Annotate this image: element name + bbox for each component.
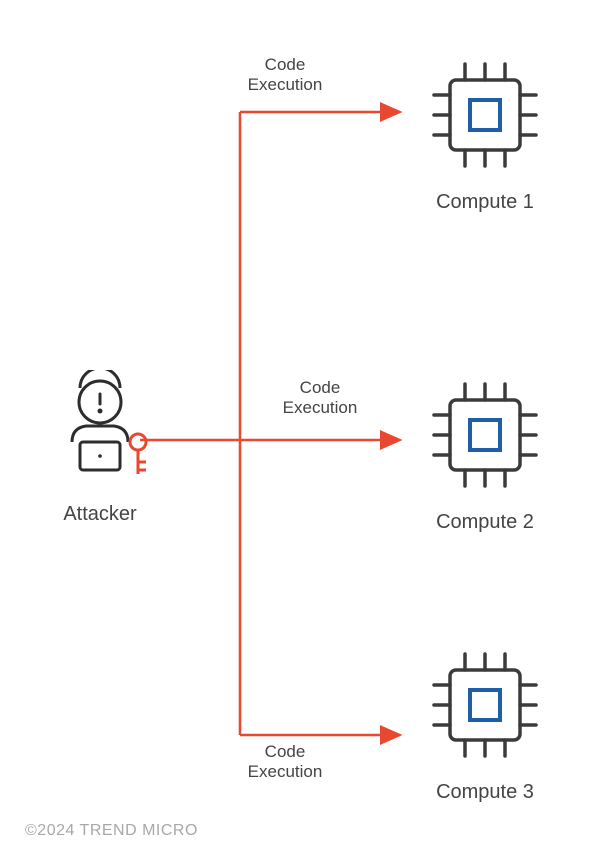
cpu-icon — [420, 640, 550, 770]
diagram-canvas: Attacker CodeExecution CodeExecution Cod… — [0, 0, 604, 854]
compute-node-2: Compute 2 — [410, 370, 560, 534]
compute-node-3: Compute 3 — [410, 640, 560, 804]
copyright-text: ©2024 TREND MICRO — [25, 822, 198, 840]
compute-3-label: Compute 3 — [410, 781, 560, 804]
attacker-node: Attacker — [40, 370, 160, 526]
compute-1-label: Compute 1 — [410, 191, 560, 214]
key-icon — [130, 434, 146, 474]
attacker-label: Attacker — [40, 503, 160, 526]
edge-label-1: CodeExecution — [240, 55, 330, 94]
compute-node-1: Compute 1 — [410, 50, 560, 214]
compute-2-label: Compute 2 — [410, 511, 560, 534]
edge-label-3: CodeExecution — [240, 742, 330, 781]
cpu-icon — [420, 50, 550, 180]
attacker-icon — [50, 370, 150, 490]
edge-label-2: CodeExecution — [275, 378, 365, 417]
cpu-icon — [420, 370, 550, 500]
